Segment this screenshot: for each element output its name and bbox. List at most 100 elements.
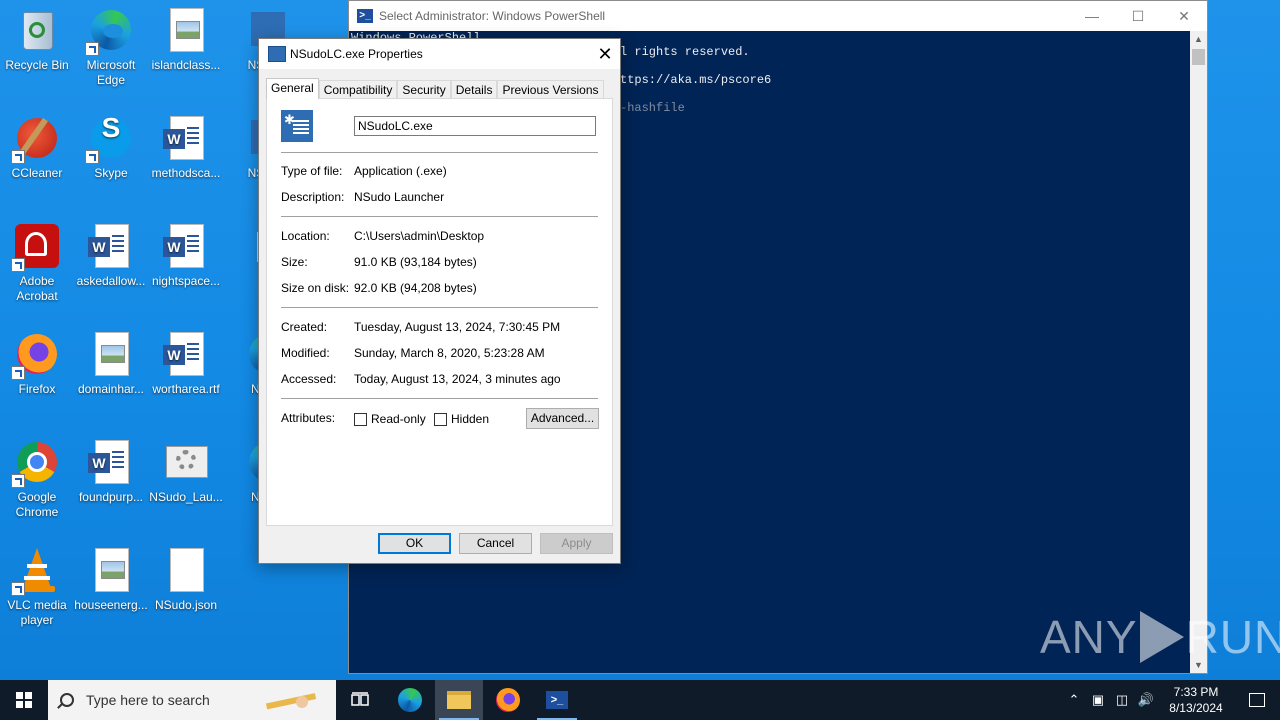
minimize-button[interactable]: —: [1069, 1, 1115, 31]
file-type-icon: [281, 110, 313, 142]
apply-button[interactable]: Apply: [540, 533, 613, 554]
desktop-icon-vlc[interactable]: VLC media player: [0, 540, 74, 628]
taskbar-edge[interactable]: [386, 680, 434, 720]
tab-general[interactable]: General: [266, 78, 319, 99]
anyrun-watermark: ANY RUN: [1040, 610, 1280, 664]
firefox-icon: [11, 330, 61, 380]
start-button[interactable]: [0, 680, 48, 720]
description-value: NSudo Launcher: [354, 190, 445, 204]
separator: [281, 152, 598, 153]
filename-input[interactable]: [354, 116, 596, 136]
clock-time: 7:33 PM: [1173, 685, 1219, 699]
desktop-icon-label: Recycle Bin: [5, 58, 69, 72]
defender-icon[interactable]: ▣: [1086, 692, 1110, 708]
dialog-titlebar[interactable]: NSudoLC.exe Properties ✕: [259, 39, 620, 69]
dialog-close-button[interactable]: ✕: [590, 39, 620, 69]
desktop-icon-acrobat[interactable]: Adobe Acrobat: [0, 216, 74, 304]
desktop-icon-label: houseenerg...: [74, 598, 148, 612]
size-on-disk-value: 92.0 KB (94,208 bytes): [354, 281, 477, 295]
desktop-icon-label: nightspace...: [151, 274, 221, 288]
readonly-label: Read-only: [371, 412, 426, 426]
notification-button[interactable]: [1234, 680, 1280, 720]
task-view-button[interactable]: [336, 680, 384, 720]
desktop-icon-recycle-bin[interactable]: Recycle Bin: [0, 0, 74, 73]
scrollbar-thumb[interactable]: [1192, 49, 1205, 65]
edge-icon: [85, 6, 135, 56]
volume-icon[interactable]: 🔊: [1134, 692, 1158, 708]
taskbar-search-box[interactable]: Type here to search: [48, 680, 336, 720]
tab-security[interactable]: Security: [397, 80, 451, 99]
desktop-icon-label: domainhar...: [77, 382, 145, 396]
play-icon: [1139, 611, 1184, 663]
desktop-icon-label: Firefox: [18, 382, 56, 396]
desktop-icon-label: Google Chrome: [15, 490, 59, 519]
hidden-label: Hidden: [451, 412, 490, 426]
size-value: 91.0 KB (93,184 bytes): [354, 255, 477, 269]
taskbar-clock[interactable]: 7:33 PM 8/13/2024: [1158, 684, 1234, 716]
ok-button[interactable]: OK: [378, 533, 451, 554]
desktop-icon-ccleaner[interactable]: CCleaner: [0, 108, 74, 181]
accessed-value: Today, August 13, 2024, 3 minutes ago: [354, 372, 561, 386]
desktop-icon-houseenerg[interactable]: houseenerg...: [74, 540, 148, 613]
desktop-icon-edge[interactable]: Microsoft Edge: [74, 0, 148, 88]
desktop-icon-firefox[interactable]: Firefox: [0, 324, 74, 397]
image-file-icon: [162, 6, 210, 54]
desktop-icon-wortharea[interactable]: wortharea.rtf: [149, 324, 223, 397]
scroll-up-icon[interactable]: ▲: [1190, 31, 1207, 47]
network-icon[interactable]: ◫: [1110, 692, 1134, 708]
search-highlight-icon: [265, 693, 317, 710]
taskbar-powershell[interactable]: >_: [533, 680, 581, 720]
nsudo-app-icon: [268, 46, 286, 62]
desktop-icon-label: VLC media player: [7, 598, 67, 627]
checkbox-box[interactable]: [354, 412, 367, 426]
word-doc-icon: [162, 114, 210, 162]
maximize-button[interactable]: ☐: [1115, 1, 1161, 31]
desktop-icon-islandclass[interactable]: islandclass...: [149, 0, 223, 73]
taskbar: Type here to search >_ ⌃ ▣ ◫ 🔊 7:33 PM 8…: [0, 680, 1280, 720]
desktop-icon-skype[interactable]: S Skype: [74, 108, 148, 181]
desktop-icon-domainhar[interactable]: domainhar...: [74, 324, 148, 397]
folder-icon: [447, 691, 471, 709]
console-line: l rights reserved.: [620, 45, 750, 59]
close-button[interactable]: ✕: [1161, 1, 1207, 31]
desktop-icon-label: askedallow...: [76, 274, 146, 288]
created-label: Created:: [281, 320, 328, 334]
desktop-icon-chrome[interactable]: Google Chrome: [0, 432, 74, 520]
powershell-title: Select Administrator: Windows PowerShell: [379, 9, 606, 23]
tab-compatibility[interactable]: Compatibility: [318, 80, 398, 99]
taskbar-firefox[interactable]: [484, 680, 532, 720]
vlc-icon: [11, 546, 61, 596]
word-doc-icon: [162, 330, 210, 378]
watermark-text-right: RUN: [1185, 611, 1280, 663]
desktop-icon-askedallow[interactable]: askedallow...: [74, 216, 148, 289]
general-tab-panel: Type of file: Application (.exe) Descrip…: [266, 98, 613, 526]
checkbox-box[interactable]: [434, 412, 447, 426]
size-on-disk-label: Size on disk:: [281, 281, 350, 295]
chevron-up-icon[interactable]: ⌃: [1062, 692, 1086, 708]
skype-icon: S: [85, 114, 135, 164]
desktop-icon-label: islandclass...: [151, 58, 221, 72]
desktop-icon-nightspace[interactable]: nightspace...: [149, 216, 223, 289]
tab-details[interactable]: Details: [450, 80, 498, 99]
tab-previous-versions[interactable]: Previous Versions: [497, 80, 604, 99]
desktop-icon-foundpurp[interactable]: foundpurp...: [74, 432, 148, 505]
powershell-titlebar[interactable]: >_ Select Administrator: Windows PowerSh…: [349, 1, 1207, 31]
advanced-button[interactable]: Advanced...: [526, 408, 599, 429]
search-icon: [60, 693, 74, 707]
properties-dialog[interactable]: NSudoLC.exe Properties ✕ General Compati…: [258, 38, 621, 564]
taskbar-file-explorer[interactable]: [435, 680, 483, 720]
word-doc-icon: [87, 438, 135, 486]
desktop-icon-nsudo-lau[interactable]: NSudo_Lau...: [149, 432, 223, 505]
settings-image-icon: [162, 438, 210, 486]
vertical-scrollbar[interactable]: ▲ ▼: [1190, 31, 1207, 673]
hidden-checkbox[interactable]: Hidden: [434, 412, 489, 426]
size-label: Size:: [281, 255, 308, 269]
type-label: Type of file:: [281, 164, 343, 178]
desktop-icon-methodsca[interactable]: methodsca...: [149, 108, 223, 181]
ccleaner-icon: [11, 114, 61, 164]
dialog-title: NSudoLC.exe Properties: [290, 47, 423, 61]
desktop-icon-nsudo-json[interactable]: NSudo.json: [149, 540, 223, 613]
desktop-icon-label: NSudo_Lau...: [149, 490, 223, 504]
readonly-checkbox[interactable]: Read-only: [354, 412, 426, 426]
cancel-button[interactable]: Cancel: [459, 533, 532, 554]
